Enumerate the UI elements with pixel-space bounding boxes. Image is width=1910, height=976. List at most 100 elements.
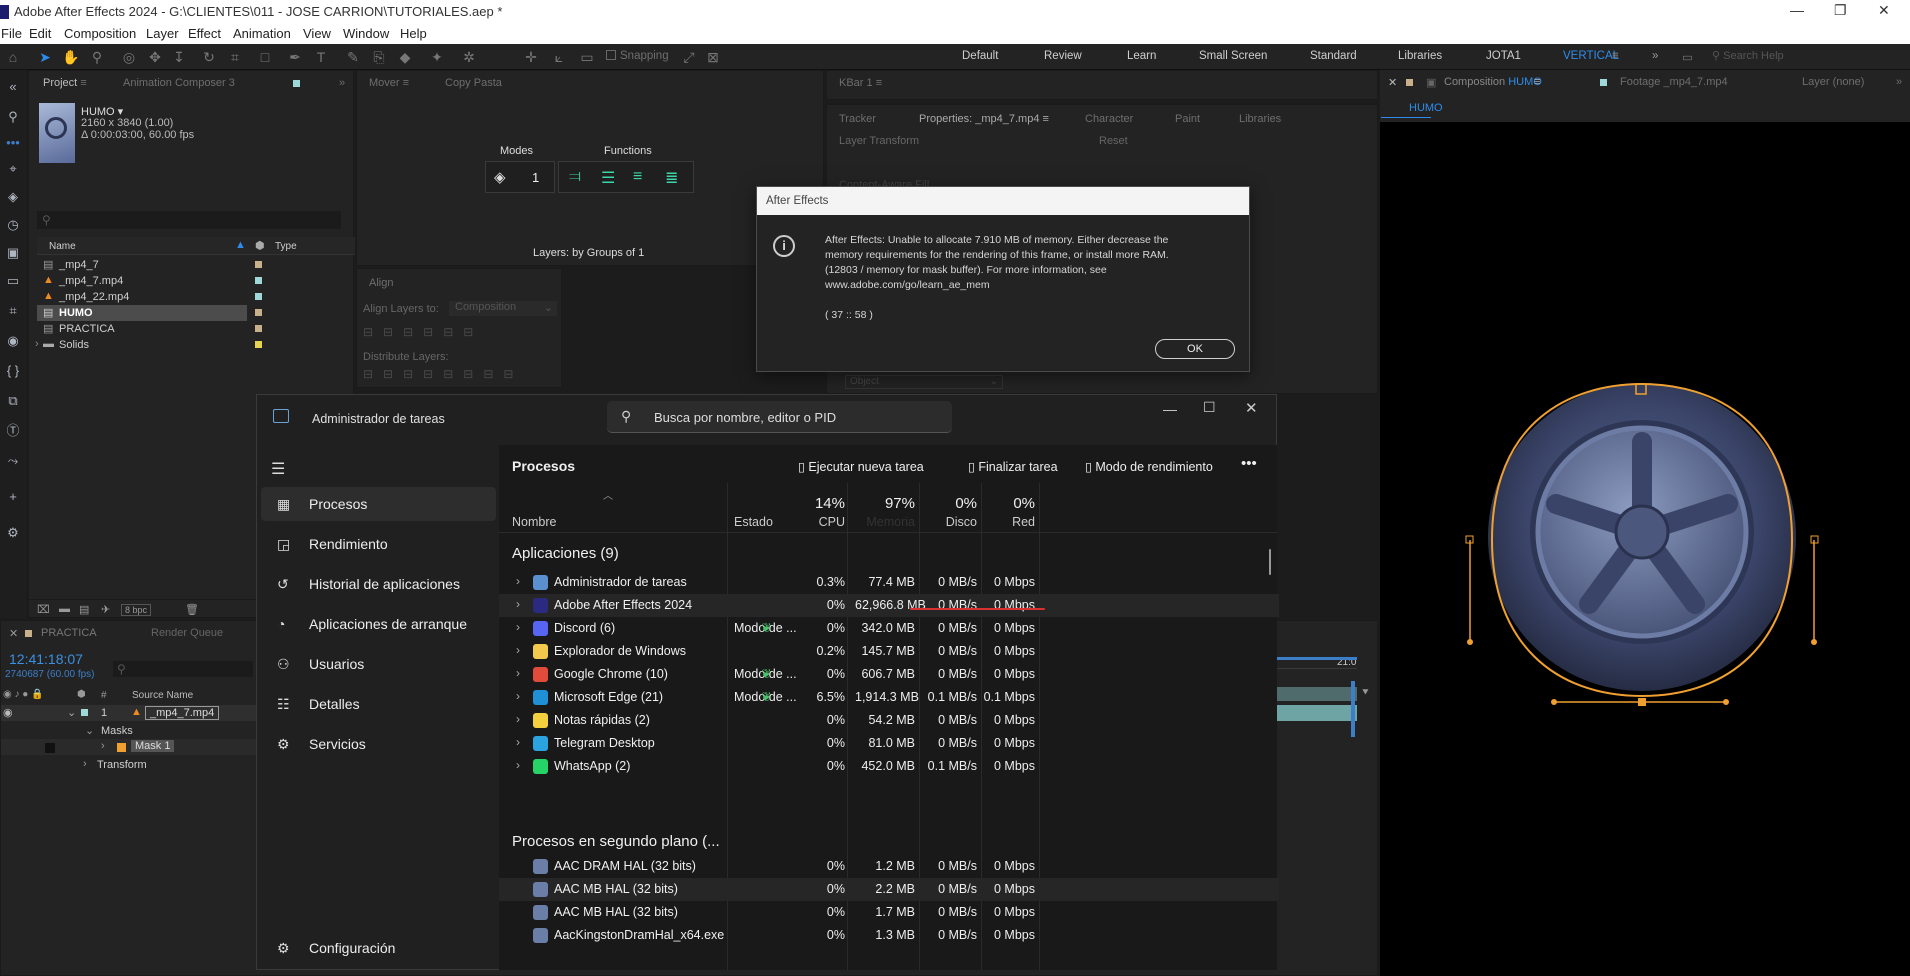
menu-effect[interactable]: Effect xyxy=(188,26,221,41)
layer-name[interactable]: _mp4_7.mp4 xyxy=(145,706,220,720)
dots-icon[interactable]: ••• xyxy=(4,134,22,152)
column-memory[interactable]: Memoria xyxy=(855,515,915,529)
graph-icon[interactable]: ⤳ xyxy=(4,452,22,470)
close-icon[interactable]: ✕ xyxy=(1878,2,1890,19)
sort-chevron-icon[interactable]: ︿ xyxy=(603,487,613,502)
menu-help[interactable]: Help xyxy=(400,26,427,41)
close-tab-icon[interactable]: ✕ xyxy=(1388,76,1397,89)
source-name-column[interactable]: Source Name xyxy=(132,690,193,701)
more-options-icon[interactable]: ••• xyxy=(1241,455,1257,472)
process-row[interactable]: › Administrador de tareas 0.3% 77.4 MB 0 MB/… xyxy=(499,571,1279,594)
brush-tool-icon[interactable]: ✎ xyxy=(344,48,362,66)
type-tool-icon[interactable]: T xyxy=(312,48,330,66)
mask-color-swatch[interactable] xyxy=(117,743,126,752)
timer-icon[interactable]: ◷ xyxy=(4,216,22,234)
timeline-marker-icon[interactable]: ⯆ xyxy=(1361,687,1370,700)
expand-chevron-icon[interactable]: › xyxy=(516,712,520,726)
visibility-eye-icon[interactable]: ◉ xyxy=(3,706,13,719)
pen-tool-icon[interactable]: ✒ xyxy=(286,48,304,66)
expand-masks-icon[interactable]: ⌄ xyxy=(85,724,94,737)
add-icon[interactable]: + xyxy=(4,488,22,506)
tab-render-queue[interactable]: Render Queue xyxy=(151,627,223,639)
work-area-bar[interactable] xyxy=(1277,657,1357,660)
snapping-checkbox[interactable] xyxy=(606,50,616,60)
list-item[interactable]: ▤ _mp4_7 xyxy=(37,257,355,273)
align-center-icon[interactable]: ☰ xyxy=(601,168,615,188)
close-icon[interactable]: ✕ xyxy=(1245,399,1258,417)
expression-icon[interactable]: { } xyxy=(4,362,22,380)
interpret-footage-icon[interactable]: ⌧ xyxy=(37,603,50,616)
align-left-icon[interactable]: ⫤ xyxy=(569,168,581,186)
sort-up-icon[interactable]: ▲ xyxy=(235,239,246,251)
axis-local-icon[interactable]: ✛ xyxy=(522,48,540,66)
nav-startup-apps[interactable]: ◔ Aplicaciones de arranque xyxy=(261,607,496,641)
column-disk[interactable]: Disco xyxy=(925,515,977,529)
workspace-layout-icon[interactable]: ▭ xyxy=(1682,50,1693,64)
align-right-icon[interactable]: ≡ xyxy=(633,168,642,186)
tab-layer[interactable]: Layer (none) xyxy=(1802,76,1864,88)
nav-users[interactable]: ⚇ Usuarios xyxy=(261,647,496,681)
process-row[interactable]: AAC DRAM HAL (32 bits) 0% 1.2 MB 0 MB/s 0 Mb… xyxy=(499,855,1279,878)
list-item[interactable]: › ▬ Solids xyxy=(35,337,355,353)
tab-mover[interactable]: Mover ≡ xyxy=(369,77,409,89)
dolly-tool-icon[interactable]: ↧ xyxy=(170,48,188,66)
comp-breadcrumb[interactable]: HUMO xyxy=(1381,98,1443,118)
process-row[interactable]: › Telegram Desktop 0% 81.0 MB 0 MB/s 0 Mbps xyxy=(499,732,1279,755)
menu-window[interactable]: Window xyxy=(343,26,389,41)
minimize-icon[interactable]: — xyxy=(1163,401,1177,417)
orbit-tool-icon[interactable]: ◎ xyxy=(120,48,138,66)
nav-processes[interactable]: ▦ Procesos xyxy=(261,487,496,521)
tab-tracker[interactable]: Tracker xyxy=(839,113,876,125)
panel-overflow-icon[interactable]: » xyxy=(1896,76,1902,88)
selection-tool-icon[interactable]: ➤ xyxy=(36,48,54,66)
expand-chevron-icon[interactable]: › xyxy=(516,758,520,772)
workspace-menu-icon[interactable]: ≡ xyxy=(1612,50,1619,62)
playhead[interactable] xyxy=(1351,681,1355,737)
menu-view[interactable]: View xyxy=(303,26,331,41)
label-column-icon[interactable]: ⬢ xyxy=(77,689,86,700)
workspace-jota1[interactable]: JOTA1 xyxy=(1486,50,1521,62)
list-item[interactable]: ▲ _mp4_22.mp4 xyxy=(37,289,355,305)
process-row[interactable]: › Notas rápidas (2) 0% 54.2 MB 0 MB/s 0 Mbps xyxy=(499,709,1279,732)
menu-layer[interactable]: Layer xyxy=(146,26,179,41)
expand-chevron-icon[interactable]: › xyxy=(516,620,520,634)
layers-icon[interactable]: ◈ xyxy=(4,188,22,206)
puppet-tool-icon[interactable]: ✲ xyxy=(460,48,478,66)
expand-chevron-icon[interactable]: › xyxy=(516,643,520,657)
menu-edit[interactable]: Edit xyxy=(29,26,51,41)
snap-edges-icon[interactable]: ⤢ xyxy=(680,48,698,66)
roto-tool-icon[interactable]: ✦ xyxy=(428,48,446,66)
zoom-tool-icon[interactable]: ⚲ xyxy=(88,48,106,66)
timeline-switches-icon[interactable]: ◉ ♪ ● 🔒 xyxy=(3,689,44,700)
bpc-button[interactable]: 8 bpc xyxy=(121,604,152,616)
nav-services[interactable]: ⚙ Servicios xyxy=(261,727,496,761)
search-icon[interactable]: ⚲ xyxy=(4,108,22,126)
process-row[interactable]: › Discord (6) Modo de ... ❦ 0% 342.0 MB 0 MB/s… xyxy=(499,617,1279,640)
expand-mask-icon[interactable]: › xyxy=(101,740,105,752)
process-row[interactable]: › Microsoft Edge (21) Modo de ... ❦ 6.5% 1,91… xyxy=(499,686,1279,709)
column-status[interactable]: Estado xyxy=(734,515,773,529)
tab-character[interactable]: Character xyxy=(1085,113,1133,125)
restore-icon[interactable]: ❐ xyxy=(1834,2,1847,19)
tab-practica[interactable]: PRACTICA xyxy=(41,627,97,639)
text-layout-icon[interactable]: Ⓣ xyxy=(4,422,22,440)
nav-details[interactable]: ☷ Detalles xyxy=(261,687,496,721)
nav-app-history[interactable]: ↺ Historial de aplicaciones xyxy=(261,567,496,601)
reset-button[interactable]: Reset xyxy=(1099,135,1128,147)
column-name[interactable]: Nombre xyxy=(512,515,556,529)
shapes-icon[interactable]: ⧉ xyxy=(4,392,22,410)
ok-button[interactable]: OK xyxy=(1155,339,1235,359)
align-to-dropdown[interactable]: Composition ⌄ xyxy=(449,301,557,316)
new-folder-icon[interactable]: ▬ xyxy=(59,603,70,615)
mask-name[interactable]: Mask 1 xyxy=(131,740,175,752)
axis-world-icon[interactable]: ⟀ xyxy=(550,48,568,66)
menu-composition[interactable]: Composition xyxy=(64,26,136,41)
media-icon[interactable]: ▣ xyxy=(4,244,22,262)
hamburger-menu-icon[interactable]: ☰ xyxy=(271,459,285,479)
comp-lock-icon[interactable]: ▣ xyxy=(1426,76,1436,89)
modes-value[interactable]: 1 xyxy=(532,170,539,185)
expand-chevron-icon[interactable]: › xyxy=(516,689,520,703)
expand-chevron-icon[interactable]: › xyxy=(516,574,520,588)
expand-chevron-icon[interactable]: › xyxy=(516,666,520,680)
tab-copy-pasta[interactable]: Copy Pasta xyxy=(445,77,502,89)
